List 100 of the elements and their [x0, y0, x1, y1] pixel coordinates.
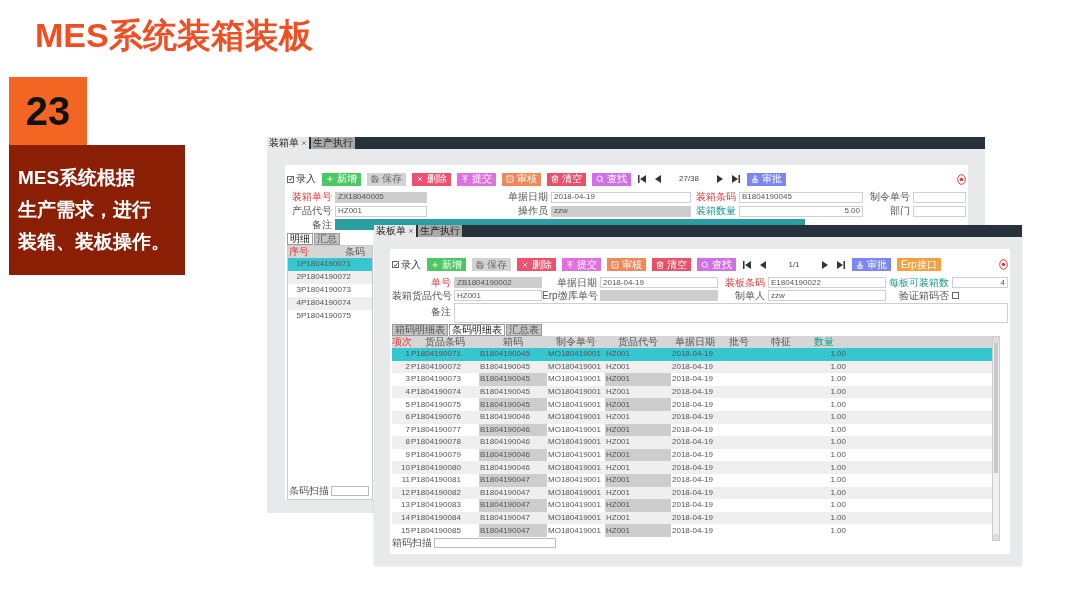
text-field[interactable]: 2018-04-19: [551, 191, 691, 203]
table-cell-text: B1804190045: [479, 360, 531, 373]
row-number: 15: [400, 524, 410, 537]
table-row[interactable]: 10P1804190080 B1804190046 MO180419001 HZ001 2018-04-19 1.00: [392, 461, 992, 474]
close-icon[interactable]: [408, 228, 414, 234]
column-header: 单据日期: [673, 337, 716, 347]
toolbar-button[interactable]: 清空: [547, 172, 586, 186]
checkbox[interactable]: [392, 261, 399, 268]
skip-back-icon[interactable]: [637, 174, 647, 185]
row-number: 2: [404, 360, 410, 373]
field-label: 制单人: [734, 290, 766, 301]
scrollbar[interactable]: [992, 336, 1000, 541]
scan-field[interactable]: [434, 537, 556, 548]
table-cell-text: P1804190075: [410, 398, 462, 411]
window-tab[interactable]: 生产执行: [311, 137, 357, 149]
column-header: 项次: [392, 337, 410, 347]
row-number: 3: [404, 373, 410, 386]
table-cell-text: 1.00: [829, 386, 846, 399]
table-cell-text: MO180419001: [547, 436, 602, 449]
remark-field[interactable]: [454, 303, 1008, 323]
text-field[interactable]: ZB1804190002: [454, 277, 542, 288]
text-field[interactable]: zzw: [768, 290, 886, 301]
checkbox-icon: [611, 260, 619, 269]
table-cell-text: P1804190077: [410, 423, 462, 436]
triangle-left-icon[interactable]: [653, 174, 663, 185]
table-cell-text: 1.00: [829, 461, 846, 474]
table-cell-text: 2018-04-19: [671, 360, 714, 373]
row-number: 12: [400, 486, 410, 499]
row-number: 2: [295, 273, 301, 282]
scan-field[interactable]: [331, 486, 369, 496]
sub-tab[interactable]: 汇总表: [506, 324, 542, 336]
checkbox[interactable]: [287, 175, 294, 183]
record-icon[interactable]: [957, 173, 966, 185]
field-label: 备注: [311, 218, 333, 230]
table-cell-text: MO180419001: [547, 499, 602, 512]
text-field[interactable]: [913, 191, 966, 203]
table-cell-text: 1.00: [829, 486, 846, 499]
sub-tab[interactable]: 汇总: [314, 232, 340, 245]
text-field[interactable]: 2018-04-19: [600, 277, 718, 288]
field-label: 产品代号: [291, 206, 333, 217]
table-cell: P1804190073: [301, 286, 351, 295]
close-icon[interactable]: [301, 140, 307, 146]
text-field[interactable]: ZX18040005: [335, 191, 427, 203]
record-icon[interactable]: [999, 259, 1008, 270]
row-number: 10: [400, 461, 410, 474]
table-cell-text: P1804190084: [410, 512, 462, 524]
triangle-right-icon[interactable]: [820, 259, 830, 270]
text-field[interactable]: HZ001: [335, 205, 427, 217]
table-cell-text: P1804190072: [410, 360, 462, 373]
field-label: 单号: [430, 277, 452, 288]
table-cell-text: MO180419001: [547, 486, 602, 499]
text-field[interactable]: 5.00: [739, 205, 863, 217]
skip-forward-icon[interactable]: [731, 174, 741, 185]
skip-forward-icon[interactable]: [836, 259, 846, 270]
upload-icon: [566, 260, 574, 269]
text-field[interactable]: B1804190045: [739, 191, 863, 203]
table-cell-text: 2018-04-19: [671, 436, 714, 449]
table-cell-text: MO180419001: [547, 360, 602, 373]
table-cell-text: 2018-04-19: [671, 411, 714, 424]
column-header: 序号: [288, 246, 310, 257]
table-cell-text: MO180419001: [547, 461, 602, 474]
text-field[interactable]: zzw: [551, 205, 691, 217]
window-tab[interactable]: 装板单: [374, 225, 418, 237]
field-label: Erp缴库单号: [542, 290, 599, 301]
field-label: 装箱数量: [695, 206, 737, 217]
field-label: 备注: [430, 305, 452, 317]
table-cell-text: MO180419001: [547, 373, 602, 386]
sub-tab[interactable]: 箱码明细表: [392, 324, 448, 336]
sub-tab[interactable]: 条码明细表: [449, 324, 505, 336]
table-cell-text: MO180419001: [547, 524, 602, 537]
table-cell-text: P1804190071: [410, 348, 462, 361]
field-label: 装箱货品代号: [392, 290, 453, 301]
table-cell: P1804190071: [301, 260, 351, 269]
table-cell-text: HZ001: [605, 461, 631, 474]
toolbar-button[interactable]: 清空: [652, 258, 691, 271]
text-field[interactable]: [913, 205, 966, 217]
table-cell-text: MO180419001: [547, 512, 602, 524]
text-field[interactable]: E1804190022: [768, 277, 886, 288]
window-tab[interactable]: 装箱单: [267, 137, 311, 149]
field-label: 操作员: [517, 206, 549, 217]
column-header: 制令单号: [555, 337, 597, 347]
text-field[interactable]: 4: [952, 277, 1008, 288]
table-cell-text: HZ001: [605, 360, 631, 373]
text-field[interactable]: [600, 290, 718, 301]
triangle-right-icon[interactable]: [715, 174, 725, 185]
column-header: 特征: [769, 337, 792, 347]
checkbox[interactable]: [952, 292, 959, 299]
field-label: 单据日期: [507, 192, 549, 203]
table-row[interactable]: 1P1804190071 B1804190045 MO180419001 HZ001 2018-04-19 1.00: [392, 348, 992, 361]
window-tab[interactable]: 生产执行: [418, 225, 464, 237]
table-cell-text: 2018-04-19: [671, 348, 714, 361]
table-cell-text: 1.00: [829, 373, 846, 386]
table-row[interactable]: 8P1804190078 B1804190046 MO180419001 HZ001 2018-04-19 1.00: [392, 436, 992, 449]
row-number: 13: [400, 499, 410, 512]
text-field[interactable]: HZ001: [454, 290, 542, 301]
table-cell-text: 1.00: [829, 360, 846, 373]
table-cell-text: P1804190079: [410, 449, 462, 462]
triangle-left-icon[interactable]: [758, 259, 768, 270]
skip-back-icon[interactable]: [742, 259, 752, 270]
sub-tab[interactable]: 明细: [287, 232, 313, 245]
